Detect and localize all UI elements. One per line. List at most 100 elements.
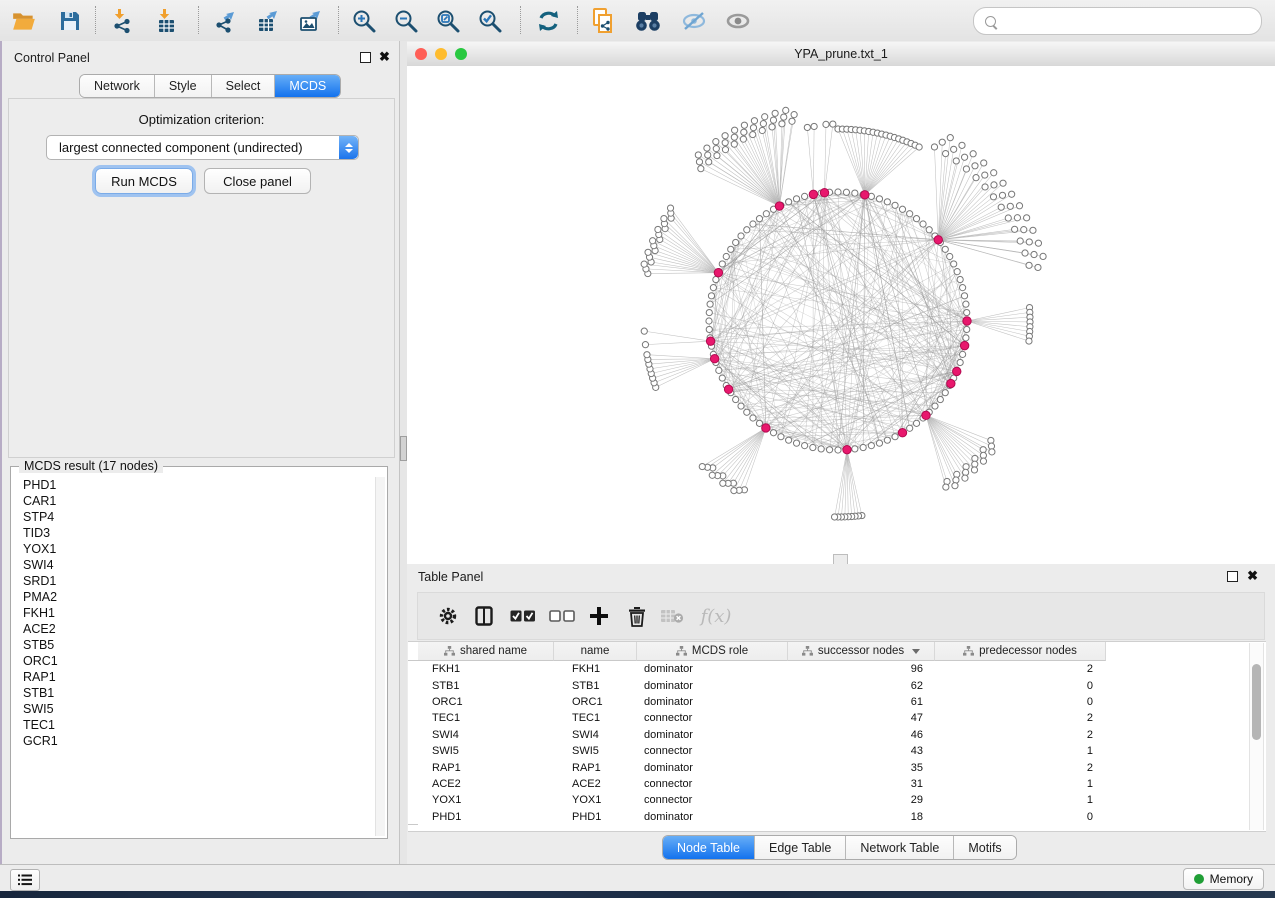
leaf-node[interactable]	[953, 477, 959, 483]
dominator-hub-node[interactable]	[714, 268, 722, 276]
memory-button[interactable]: Memory	[1183, 868, 1264, 890]
ring-node[interactable]	[957, 276, 963, 282]
mcds-result-item[interactable]: TID3	[13, 525, 375, 541]
add-column-icon[interactable]	[585, 603, 613, 629]
leaf-node[interactable]	[722, 140, 728, 146]
leaf-node[interactable]	[980, 458, 986, 464]
leaf-node[interactable]	[705, 152, 711, 158]
table-row[interactable]: YOX1YOX1connector291	[408, 792, 1250, 808]
leaf-node[interactable]	[650, 238, 656, 244]
ring-node[interactable]	[706, 318, 712, 324]
leaf-node[interactable]	[760, 121, 766, 127]
ring-node[interactable]	[786, 199, 792, 205]
ring-node[interactable]	[860, 444, 866, 450]
table-row[interactable]: RAP1RAP1dominator352	[408, 759, 1250, 775]
ring-node[interactable]	[951, 261, 957, 267]
ring-node[interactable]	[713, 276, 719, 282]
ring-node[interactable]	[818, 446, 824, 452]
table-row[interactable]: SWI5SWI5connector431	[408, 743, 1250, 759]
leaf-node[interactable]	[1035, 240, 1041, 246]
leaf-node[interactable]	[943, 484, 949, 490]
ring-node[interactable]	[963, 301, 969, 307]
leaf-node[interactable]	[981, 160, 987, 166]
refresh-layout-icon[interactable]	[530, 4, 566, 37]
table-row[interactable]: ORC1ORC1dominator610	[408, 694, 1250, 710]
function-builder-icon[interactable]: f(x)	[696, 603, 736, 629]
dominator-hub-node[interactable]	[809, 190, 817, 198]
table-row[interactable]: FKH1FKH1dominator962	[408, 661, 1250, 677]
ring-node[interactable]	[728, 246, 734, 252]
leaf-node[interactable]	[1026, 262, 1032, 268]
leaf-node[interactable]	[750, 131, 756, 137]
leaf-node[interactable]	[732, 127, 738, 133]
ring-node[interactable]	[942, 246, 948, 252]
leaf-node[interactable]	[931, 144, 937, 150]
leaf-node[interactable]	[655, 226, 661, 232]
ring-node[interactable]	[738, 233, 744, 239]
leaf-node[interactable]	[772, 110, 778, 116]
ring-node[interactable]	[786, 437, 792, 443]
leaf-node[interactable]	[741, 122, 747, 128]
tab-motifs[interactable]: Motifs	[954, 836, 1015, 859]
dominator-hub-node[interactable]	[963, 317, 971, 325]
column-header-predecessor-nodes[interactable]: predecessor nodes	[935, 642, 1106, 661]
dominator-hub-node[interactable]	[843, 445, 851, 453]
import-network-icon[interactable]	[104, 4, 140, 37]
leaf-node[interactable]	[1016, 203, 1022, 209]
leaf-node[interactable]	[1007, 203, 1013, 209]
ring-node[interactable]	[810, 444, 816, 450]
dominator-hub-node[interactable]	[724, 385, 732, 393]
mcds-result-item[interactable]: YOX1	[13, 541, 375, 557]
ring-node[interactable]	[723, 253, 729, 259]
ring-node[interactable]	[926, 227, 932, 233]
ring-node[interactable]	[907, 211, 913, 217]
leaf-node[interactable]	[991, 182, 997, 188]
ring-node[interactable]	[733, 396, 739, 402]
leaf-node[interactable]	[770, 117, 776, 123]
leaf-node[interactable]	[942, 150, 948, 156]
column-header-name[interactable]: name	[554, 642, 637, 661]
leaf-node[interactable]	[1021, 227, 1027, 233]
close-table-panel-icon[interactable]: ✖	[1247, 571, 1258, 581]
leaf-node[interactable]	[645, 249, 651, 255]
ring-node[interactable]	[826, 447, 832, 453]
leaf-node[interactable]	[1005, 215, 1011, 221]
ring-node[interactable]	[868, 443, 874, 449]
ring-node[interactable]	[884, 437, 890, 443]
ring-node[interactable]	[899, 206, 905, 212]
leaf-node[interactable]	[951, 146, 957, 152]
leaf-node[interactable]	[961, 154, 967, 160]
leaf-node[interactable]	[804, 124, 810, 130]
leaf-node[interactable]	[970, 151, 976, 157]
network-window-titlebar[interactable]: YPA_prune.txt_1	[407, 42, 1275, 67]
tab-network[interactable]: Network	[80, 75, 155, 97]
zoom-selected-icon[interactable]	[472, 4, 508, 37]
leaf-node[interactable]	[959, 142, 965, 148]
mcds-list-scrollbar[interactable]	[375, 477, 385, 836]
ring-node[interactable]	[710, 285, 716, 291]
mcds-result-item[interactable]: STB1	[13, 685, 375, 701]
tab-style[interactable]: Style	[155, 75, 212, 97]
ring-node[interactable]	[793, 196, 799, 202]
leaf-node[interactable]	[781, 114, 787, 120]
mcds-result-item[interactable]: CAR1	[13, 493, 375, 509]
export-image-icon[interactable]	[292, 4, 328, 37]
ring-node[interactable]	[835, 447, 841, 453]
leaf-node[interactable]	[963, 469, 969, 475]
ring-node[interactable]	[738, 403, 744, 409]
ring-node[interactable]	[756, 216, 762, 222]
leaf-node[interactable]	[695, 152, 701, 158]
leaf-node[interactable]	[779, 121, 785, 127]
dominator-hub-node[interactable]	[775, 202, 783, 210]
leaf-node[interactable]	[1030, 227, 1036, 233]
leaf-node[interactable]	[811, 123, 817, 129]
leaf-node[interactable]	[1017, 238, 1023, 244]
leaf-node[interactable]	[699, 463, 705, 469]
ring-node[interactable]	[802, 443, 808, 449]
optimization-criterion-select[interactable]: largest connected component (undirected)	[46, 135, 359, 160]
deselect-all-checkboxes-icon[interactable]	[548, 603, 576, 629]
mcds-result-item[interactable]: FKH1	[13, 605, 375, 621]
ring-node[interactable]	[963, 335, 969, 341]
dominator-hub-node[interactable]	[706, 337, 714, 345]
ring-node[interactable]	[835, 189, 841, 195]
